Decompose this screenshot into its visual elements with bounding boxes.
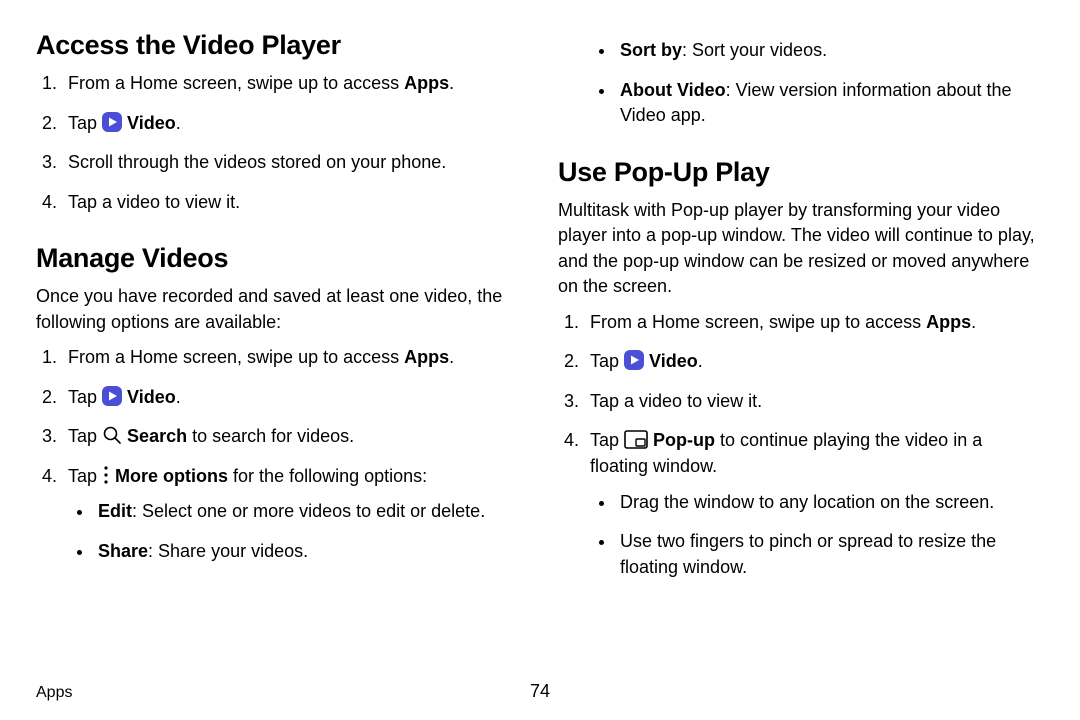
more-options-label: More options bbox=[115, 466, 228, 486]
video-app-icon bbox=[102, 112, 122, 132]
video-label: Video bbox=[127, 113, 176, 133]
heading-access-video-player: Access the Video Player bbox=[36, 30, 522, 61]
step-text: . bbox=[449, 73, 454, 93]
popup-intro-text: Multitask with Pop-up player by transfor… bbox=[558, 198, 1044, 300]
list-item: Tap More options for the following optio… bbox=[62, 464, 522, 565]
popup-sub-list: Drag the window to any location on the s… bbox=[590, 490, 1044, 581]
step-text: . bbox=[176, 113, 181, 133]
video-label: Video bbox=[127, 387, 176, 407]
heading-manage-videos: Manage Videos bbox=[36, 243, 522, 274]
right-column: Sort by: Sort your videos. About Video: … bbox=[558, 30, 1044, 700]
step-text: . bbox=[449, 347, 454, 367]
step-text: Tap bbox=[68, 466, 102, 486]
list-item: Tap a video to view it. bbox=[62, 190, 522, 216]
step-text: From a Home screen, swipe up to access bbox=[68, 347, 404, 367]
step-text: From a Home screen, swipe up to access bbox=[590, 312, 926, 332]
option-name: Share bbox=[98, 541, 148, 561]
two-column-layout: Access the Video Player From a Home scre… bbox=[36, 30, 1044, 700]
option-desc: : Share your videos. bbox=[148, 541, 308, 561]
manage-steps: From a Home screen, swipe up to access A… bbox=[36, 345, 522, 564]
video-label: Video bbox=[649, 351, 698, 371]
step-text: Tap bbox=[590, 351, 624, 371]
more-options-list-continued: Sort by: Sort your videos. About Video: … bbox=[558, 38, 1044, 129]
option-name: About Video bbox=[620, 80, 726, 100]
more-options-list: Edit: Select one or more videos to edit … bbox=[68, 499, 522, 564]
step-text: From a Home screen, swipe up to access bbox=[68, 73, 404, 93]
popup-steps: From a Home screen, swipe up to access A… bbox=[558, 310, 1044, 580]
list-item: Tap Video. bbox=[62, 385, 522, 411]
list-item: From a Home screen, swipe up to access A… bbox=[584, 310, 1044, 336]
step-text: to search for videos. bbox=[187, 426, 354, 446]
more-options-icon bbox=[102, 465, 110, 485]
option-desc: : Select one or more videos to edit or d… bbox=[132, 501, 485, 521]
list-item: From a Home screen, swipe up to access A… bbox=[62, 345, 522, 371]
step-text: Tap bbox=[68, 387, 102, 407]
list-item: Tap Video. bbox=[62, 111, 522, 137]
popup-window-icon bbox=[624, 430, 648, 449]
list-item: Tap Pop-up to continue playing the video… bbox=[584, 428, 1044, 580]
list-item: Scroll through the videos stored on your… bbox=[62, 150, 522, 176]
search-icon bbox=[102, 425, 122, 445]
list-item: About Video: View version information ab… bbox=[616, 78, 1044, 129]
manage-intro-text: Once you have recorded and saved at leas… bbox=[36, 284, 522, 335]
step-text: . bbox=[176, 387, 181, 407]
step-text: . bbox=[971, 312, 976, 332]
list-item: Sort by: Sort your videos. bbox=[616, 38, 1044, 64]
list-item: Edit: Select one or more videos to edit … bbox=[94, 499, 522, 525]
video-app-icon bbox=[624, 350, 644, 370]
left-column: Access the Video Player From a Home scre… bbox=[36, 30, 522, 700]
list-item: From a Home screen, swipe up to access A… bbox=[62, 71, 522, 97]
list-item: Share: Share your videos. bbox=[94, 539, 522, 565]
list-item: Drag the window to any location on the s… bbox=[616, 490, 1044, 516]
step-text: Tap bbox=[68, 113, 102, 133]
footer-page-number: 74 bbox=[530, 681, 550, 702]
video-app-icon bbox=[102, 386, 122, 406]
option-name: Sort by bbox=[620, 40, 682, 60]
access-steps: From a Home screen, swipe up to access A… bbox=[36, 71, 522, 215]
footer-section-name: Apps bbox=[36, 684, 72, 701]
list-item: Tap Search to search for videos. bbox=[62, 424, 522, 450]
apps-label: Apps bbox=[404, 347, 449, 367]
step-text: Tap bbox=[590, 430, 624, 450]
apps-label: Apps bbox=[926, 312, 971, 332]
search-label: Search bbox=[127, 426, 187, 446]
list-item: Tap Video. bbox=[584, 349, 1044, 375]
popup-label: Pop-up bbox=[653, 430, 715, 450]
heading-use-popup-play: Use Pop-Up Play bbox=[558, 157, 1044, 188]
list-item: Use two fingers to pinch or spread to re… bbox=[616, 529, 1044, 580]
step-text: to continue playing the video in a float… bbox=[590, 430, 982, 476]
list-item: Tap a video to view it. bbox=[584, 389, 1044, 415]
apps-label: Apps bbox=[404, 73, 449, 93]
manual-page: Access the Video Player From a Home scre… bbox=[0, 0, 1080, 720]
step-text: Tap bbox=[68, 426, 102, 446]
step-text: for the following options: bbox=[228, 466, 427, 486]
option-name: Edit bbox=[98, 501, 132, 521]
step-text: . bbox=[698, 351, 703, 371]
option-desc: : Sort your videos. bbox=[682, 40, 827, 60]
